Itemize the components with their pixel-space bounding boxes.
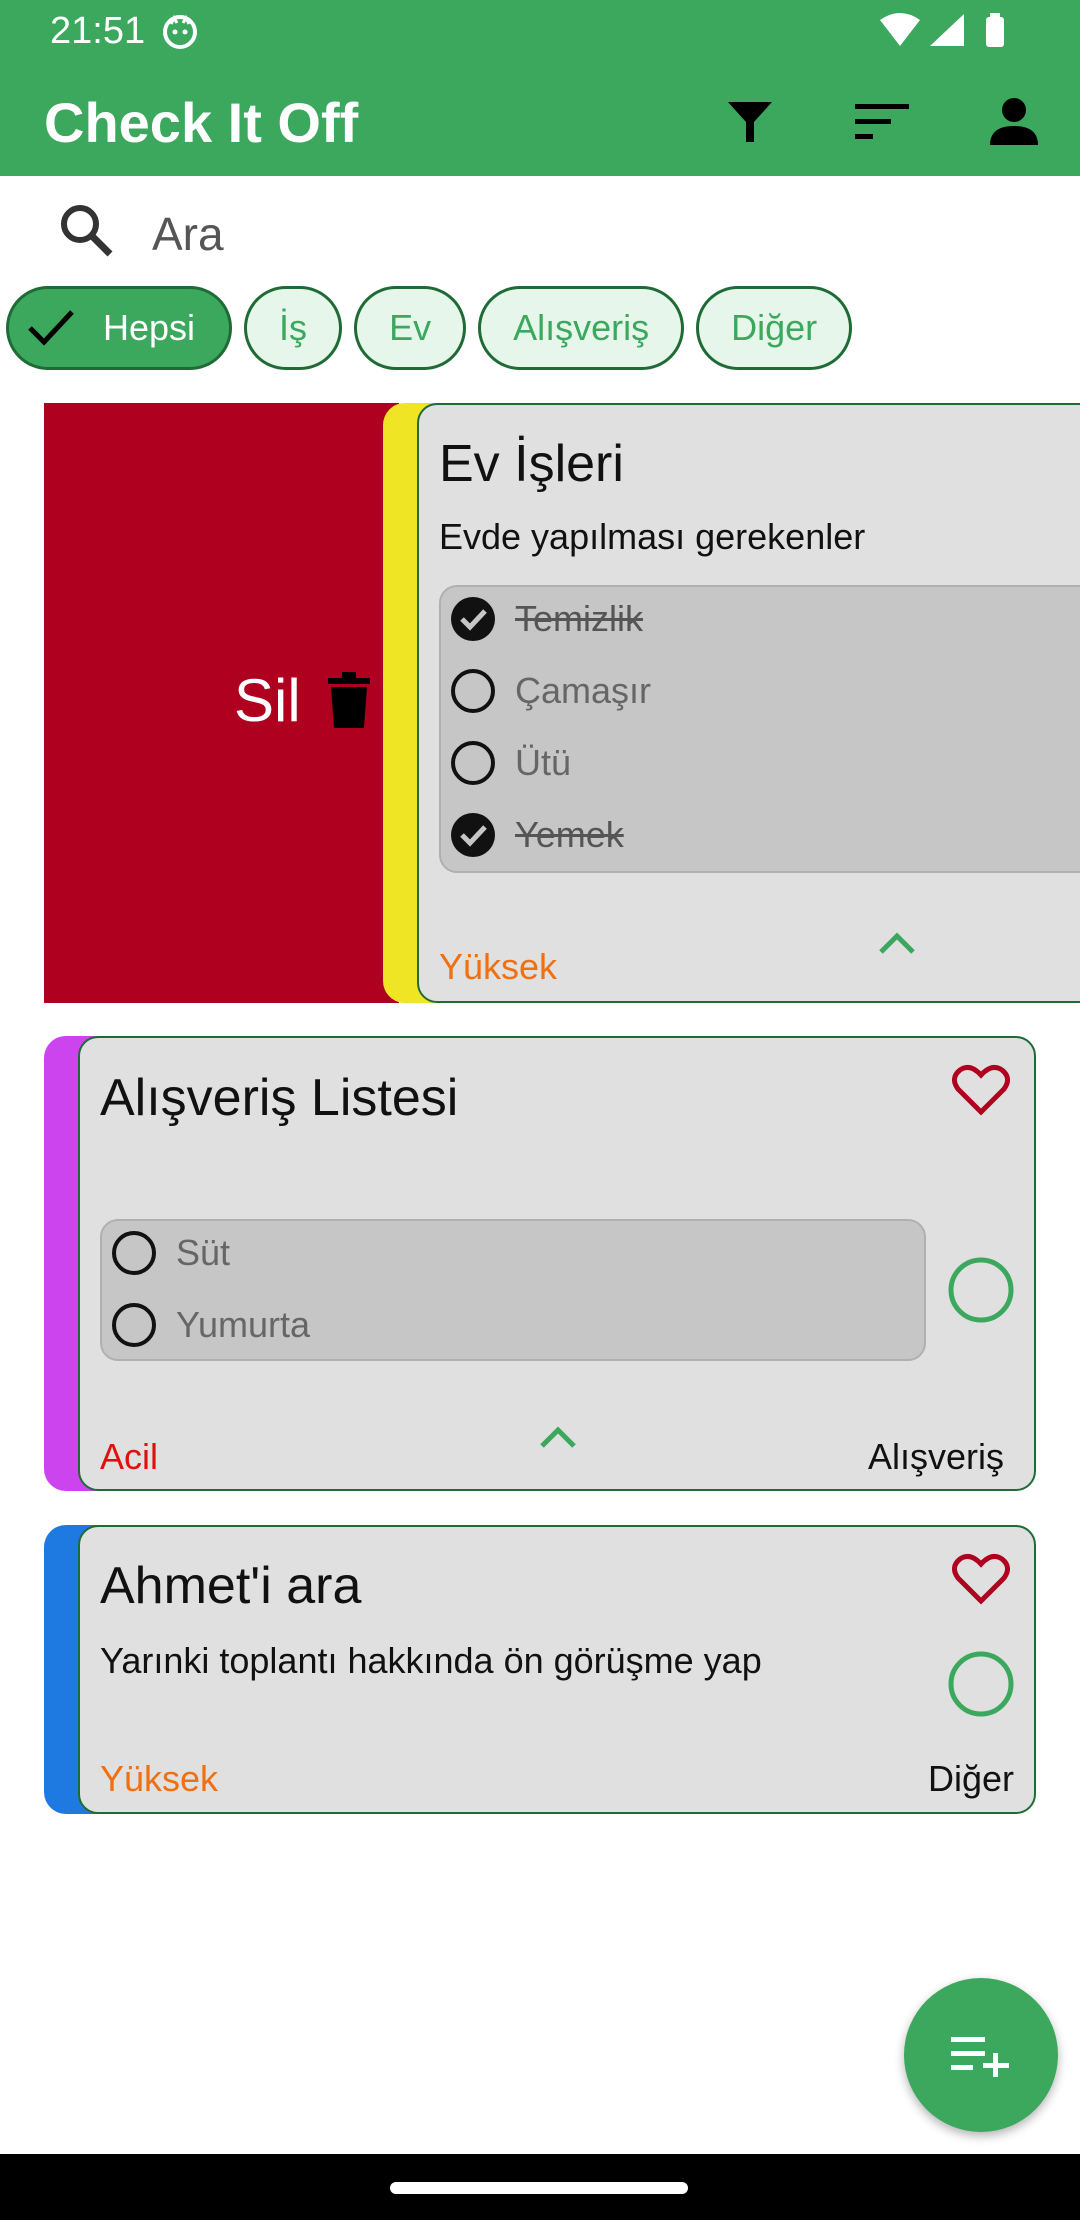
chip-other[interactable]: Diğer	[696, 286, 853, 370]
note-title: Ev İşleri	[439, 435, 624, 493]
checklist-item-text: Temizlik	[515, 598, 644, 639]
checklist-item[interactable]: Ütü	[449, 739, 571, 787]
complete-toggle[interactable]	[946, 1649, 1016, 1724]
checklist-item-text: Süt	[176, 1232, 231, 1273]
add-note-fab[interactable]	[904, 1978, 1058, 2132]
checklist-item[interactable]: Temizlik	[449, 595, 643, 643]
favorite-button[interactable]	[952, 1064, 1010, 1121]
wifi-icon	[880, 13, 920, 46]
chip-work[interactable]: İş	[244, 286, 343, 370]
checklist-item-text: Yumurta	[176, 1304, 311, 1345]
checklist-item-text: Ütü	[515, 742, 572, 783]
note-priority: Acil	[100, 1436, 159, 1477]
search-icon	[58, 202, 114, 263]
chip-home[interactable]: Ev	[354, 286, 467, 370]
collapse-button[interactable]	[538, 1424, 578, 1457]
note-checklist: Süt Yumurta	[100, 1219, 926, 1361]
sort-button[interactable]	[852, 92, 912, 152]
trash-icon	[326, 672, 372, 733]
app-title: Check It Off	[44, 91, 359, 154]
note-checklist: Temizlik Çamaşır Ütü Yemek	[439, 585, 1080, 873]
status-icons	[878, 12, 1028, 61]
chip-all[interactable]: Hepsi	[6, 286, 233, 370]
collapse-button[interactable]	[877, 930, 917, 963]
sort-icon	[855, 104, 909, 139]
circle-outline-icon	[948, 1651, 1014, 1717]
notification-cat-icon	[162, 14, 198, 55]
battery-icon	[986, 13, 1004, 47]
home-gesture-handle[interactable]	[390, 2182, 688, 2194]
checklist-item-text: Yemek	[515, 814, 624, 855]
search-input[interactable]	[150, 198, 1034, 270]
note-priority: Yüksek	[439, 946, 558, 987]
checklist-item[interactable]: Süt	[110, 1229, 230, 1277]
checklist-item-text: Çamaşır	[515, 670, 652, 711]
account-icon	[990, 98, 1038, 145]
note-category: Diğer	[927, 1758, 1014, 1799]
account-button[interactable]	[984, 92, 1044, 152]
complete-toggle[interactable]	[946, 1255, 1016, 1330]
unchecked-circle-icon	[112, 1303, 156, 1347]
checked-circle-icon	[451, 813, 495, 857]
unchecked-circle-icon	[112, 1231, 156, 1275]
checklist-item[interactable]: Yumurta	[110, 1301, 310, 1349]
filter-button[interactable]	[720, 92, 780, 152]
status-time: 21:51	[50, 10, 146, 52]
checked-circle-icon	[451, 597, 495, 641]
check-icon	[28, 310, 74, 346]
note-description: Yarınki toplantı hakkında ön görüşme yap	[100, 1640, 762, 1681]
note-category: Alışveriş	[867, 1436, 1004, 1477]
signal-icon	[930, 14, 964, 46]
circle-outline-icon	[948, 1257, 1014, 1323]
chip-label: Ev	[389, 307, 432, 348]
note-title: Alışveriş Listesi	[100, 1069, 459, 1127]
category-filter-chips: Hepsi İş Ev Alışveriş Diğer	[6, 286, 853, 370]
note-description: Evde yapılması gerekenler	[439, 516, 866, 557]
note-priority: Yüksek	[100, 1758, 219, 1799]
delete-label: Sil	[234, 667, 301, 734]
chevron-up-icon	[540, 1426, 576, 1448]
note-title: Ahmet'i ara	[100, 1557, 362, 1615]
chip-label: İş	[279, 307, 308, 348]
checklist-item[interactable]: Çamaşır	[449, 667, 651, 715]
heart-outline-icon	[952, 1064, 1010, 1116]
filter-icon	[728, 102, 772, 142]
unchecked-circle-icon	[451, 741, 495, 785]
chip-label: Diğer	[731, 307, 818, 348]
checklist-item[interactable]: Yemek	[449, 811, 624, 859]
heart-outline-icon	[952, 1553, 1010, 1605]
chip-shopping[interactable]: Alışveriş	[478, 286, 685, 370]
unchecked-circle-icon	[451, 669, 495, 713]
chevron-up-icon	[879, 932, 915, 954]
chip-label: Alışveriş	[513, 307, 650, 348]
playlist-add-icon	[951, 2037, 1009, 2077]
favorite-button[interactable]	[952, 1553, 1010, 1610]
chip-label: Hepsi	[103, 307, 196, 348]
